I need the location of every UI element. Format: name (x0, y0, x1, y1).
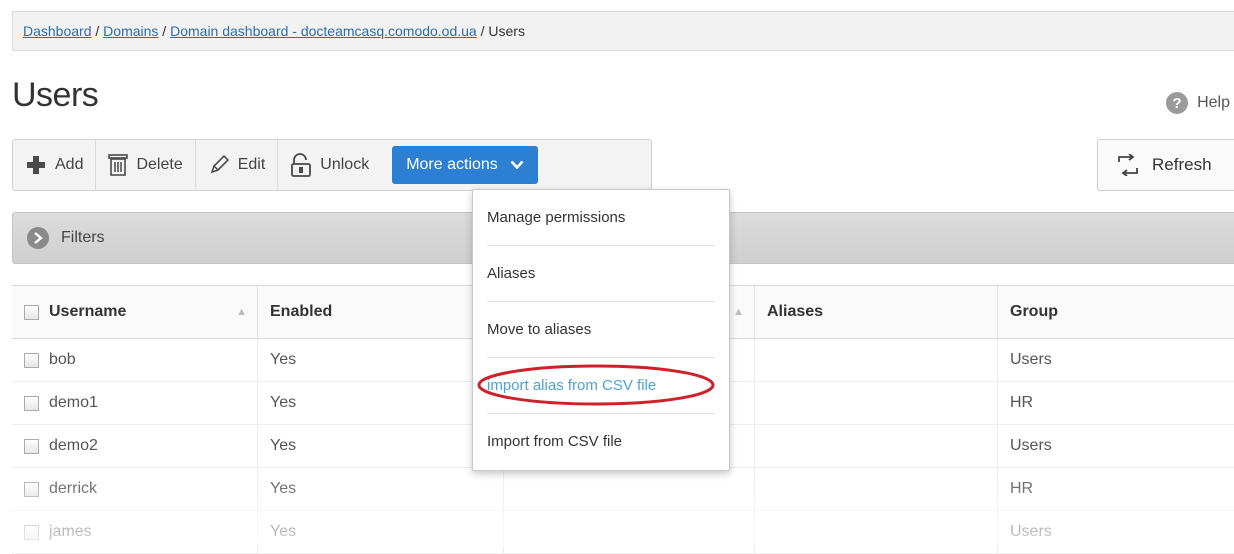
table-row[interactable]: derrick Yes HR (12, 468, 1234, 511)
cell-aliases (755, 339, 998, 382)
more-actions-menu: Manage permissions Aliases Move to alias… (472, 189, 730, 471)
cell-enabled: Yes (258, 382, 504, 425)
column-username[interactable]: Username ▲ (12, 286, 258, 338)
column-group[interactable]: Group (998, 286, 1234, 338)
cell-group: Users (998, 511, 1234, 554)
add-label: Add (55, 156, 84, 173)
more-actions-button[interactable]: More actions (392, 146, 538, 184)
add-button[interactable]: Add (13, 140, 97, 190)
row-checkbox[interactable] (24, 524, 39, 540)
cell-hidden (504, 468, 755, 511)
cell-username: demo1 (12, 382, 258, 425)
chevron-down-icon (510, 160, 524, 170)
menu-item-move-to-aliases[interactable]: Move to aliases (487, 302, 715, 358)
column-enabled[interactable]: Enabled (258, 286, 504, 338)
cell-aliases (755, 382, 998, 425)
breadcrumb-separator: / (91, 23, 104, 39)
trash-icon (108, 153, 129, 177)
username-value: derrick (49, 480, 98, 497)
cell-username: demo2 (12, 425, 258, 468)
filters-label: Filters (61, 229, 105, 246)
help-link[interactable]: ? Help (1166, 92, 1230, 114)
cell-enabled: Yes (258, 511, 504, 554)
edit-button[interactable]: Edit (196, 140, 279, 190)
column-enabled-label: Enabled (270, 303, 333, 320)
sort-up-icon[interactable]: ▲ (733, 306, 744, 318)
column-aliases-label: Aliases (767, 303, 824, 320)
cell-aliases (755, 468, 998, 511)
cell-group: Users (998, 425, 1234, 468)
cell-username: derrick (12, 468, 258, 511)
cell-group: Users (998, 339, 1234, 382)
cell-enabled: Yes (258, 468, 504, 511)
column-group-label: Group (1010, 303, 1058, 320)
pencil-icon (208, 154, 230, 176)
breadcrumb: Dashboard / Domains / Domain dashboard -… (12, 11, 1234, 51)
table-row[interactable]: james Yes Users (12, 511, 1234, 554)
column-aliases[interactable]: Aliases (755, 286, 998, 338)
sort-up-icon[interactable]: ▲ (236, 306, 247, 318)
unlock-button[interactable]: Unlock (278, 140, 381, 190)
menu-item-aliases[interactable]: Aliases (487, 246, 715, 302)
delete-button[interactable]: Delete (96, 140, 196, 190)
row-checkbox[interactable] (24, 352, 39, 368)
breadcrumb-separator: / (158, 23, 171, 39)
breadcrumb-separator: / (476, 23, 489, 39)
cell-aliases (755, 511, 998, 554)
unlock-icon (290, 153, 312, 177)
username-value: demo1 (49, 394, 98, 411)
username-value: james (49, 523, 92, 540)
more-actions-label: More actions (406, 156, 498, 173)
cell-enabled: Yes (258, 339, 504, 382)
cell-aliases (755, 425, 998, 468)
select-all-checkbox[interactable] (24, 304, 39, 320)
refresh-icon (1116, 154, 1140, 176)
menu-item-import-from-csv[interactable]: Import from CSV file (487, 414, 715, 469)
row-checkbox[interactable] (24, 438, 39, 454)
question-circle-icon: ? (1166, 92, 1189, 114)
cell-username: james (12, 511, 258, 554)
username-value: demo2 (49, 437, 98, 454)
cell-enabled: Yes (258, 425, 504, 468)
refresh-button[interactable]: Refresh (1097, 139, 1234, 191)
plus-icon (25, 154, 47, 176)
column-username-label: Username (49, 303, 127, 320)
action-toolbar: Add Delete Edit Unlock More actions (12, 139, 652, 191)
breadcrumb-link-domain-dashboard[interactable]: Domain dashboard - docteamcasq.comodo.od… (170, 23, 477, 39)
help-label: Help (1197, 94, 1230, 111)
unlock-label: Unlock (320, 156, 370, 173)
edit-label: Edit (237, 156, 266, 173)
row-checkbox[interactable] (24, 395, 39, 411)
delete-label: Delete (136, 156, 183, 173)
refresh-label: Refresh (1152, 155, 1212, 174)
breadcrumb-current: Users (488, 23, 525, 39)
menu-item-import-alias-csv[interactable]: import alias from CSV file (487, 358, 715, 414)
cell-group: HR (998, 468, 1234, 511)
username-value: bob (49, 351, 76, 368)
row-checkbox[interactable] (24, 481, 39, 497)
chevron-right-circle-icon (27, 227, 49, 249)
breadcrumb-link-dashboard[interactable]: Dashboard (23, 23, 92, 39)
breadcrumb-link-domains[interactable]: Domains (103, 23, 158, 39)
cell-username: bob (12, 339, 258, 382)
menu-item-manage-permissions[interactable]: Manage permissions (487, 190, 715, 246)
cell-hidden (504, 511, 755, 554)
cell-group: HR (998, 382, 1234, 425)
page-title: Users (12, 76, 99, 114)
